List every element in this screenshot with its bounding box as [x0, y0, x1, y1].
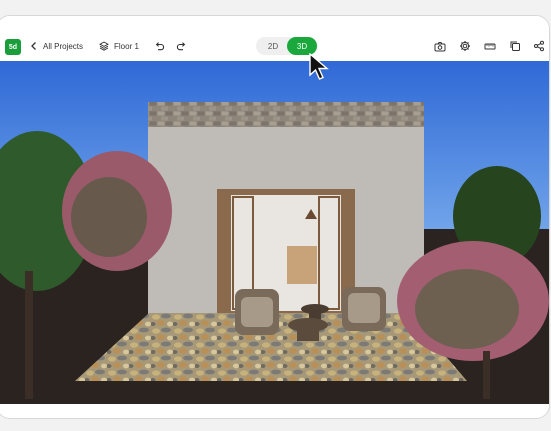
- share-button[interactable]: [533, 35, 545, 57]
- tree-right-trunk: [483, 351, 490, 399]
- tree-right-pink-shade: [415, 269, 519, 349]
- layers-icon: [99, 41, 109, 51]
- 3d-viewport[interactable]: [0, 61, 549, 404]
- ruler-icon: [484, 41, 496, 52]
- undo-icon: [154, 41, 165, 52]
- duplicate-button[interactable]: [509, 35, 521, 57]
- tree-left-pink-shade: [71, 177, 147, 257]
- interior-cabinet: [287, 246, 317, 284]
- coffee-table-base: [297, 325, 319, 341]
- view-2d-button[interactable]: 2D: [258, 37, 288, 55]
- mouse-cursor-icon: [309, 52, 331, 86]
- back-to-projects-button[interactable]: All Projects: [29, 35, 83, 57]
- camera-icon: [434, 41, 446, 52]
- snapshot-button[interactable]: [434, 35, 446, 57]
- armchair-right-cushion: [348, 293, 380, 323]
- top-toolbar: 5d All Projects Floor 1 2D 3D: [0, 16, 549, 61]
- share-icon: [533, 40, 545, 52]
- app-logo[interactable]: 5d: [5, 39, 21, 55]
- gear-icon: [459, 40, 471, 52]
- redo-button[interactable]: [176, 35, 187, 57]
- undo-button[interactable]: [154, 35, 165, 57]
- tree-left-trunk: [25, 271, 33, 399]
- armchair-left-cushion: [241, 297, 273, 327]
- settings-button[interactable]: [459, 35, 471, 57]
- chevron-left-icon: [29, 41, 39, 51]
- redo-icon: [176, 41, 187, 52]
- page-background: 5d All Projects Floor 1 2D 3D: [0, 0, 551, 431]
- copy-icon: [509, 40, 521, 52]
- stone-parapet: [148, 102, 424, 127]
- app-window: 5d All Projects Floor 1 2D 3D: [0, 15, 550, 419]
- measure-button[interactable]: [484, 35, 496, 57]
- floor-selector[interactable]: Floor 1: [99, 35, 139, 57]
- back-label: All Projects: [43, 41, 84, 51]
- floor-label: Floor 1: [114, 41, 139, 51]
